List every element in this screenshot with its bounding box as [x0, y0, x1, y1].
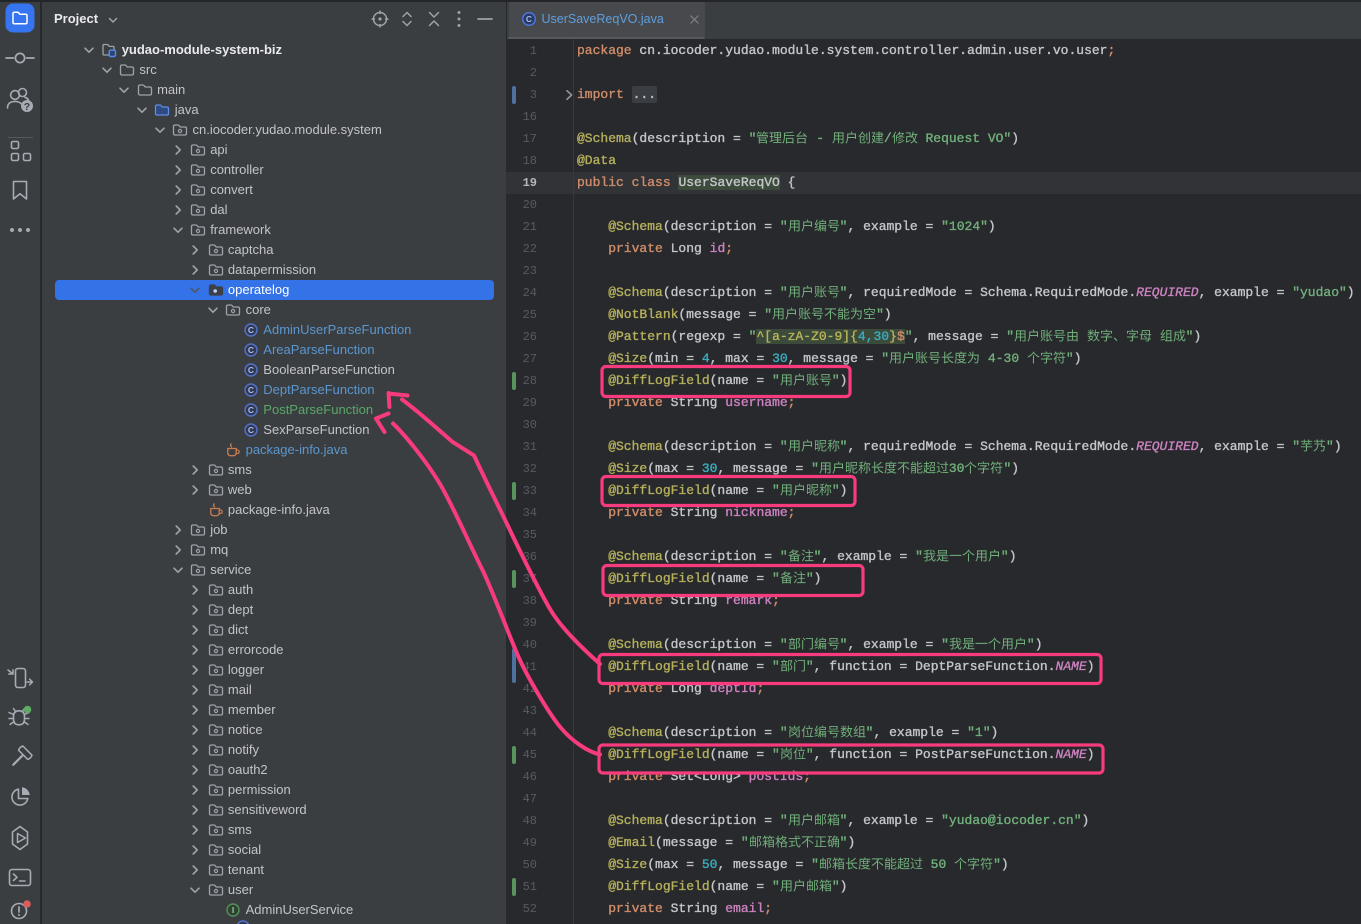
svg-text:C: C — [248, 385, 254, 395]
svg-text:C: C — [248, 405, 254, 415]
svg-text:C: C — [248, 365, 254, 375]
svg-text:C: C — [248, 325, 254, 335]
svg-text:C: C — [248, 425, 254, 435]
svg-text:?: ? — [24, 101, 30, 113]
svg-text:C: C — [248, 345, 254, 355]
svg-text:I: I — [232, 905, 234, 915]
svg-text:C: C — [526, 14, 532, 24]
